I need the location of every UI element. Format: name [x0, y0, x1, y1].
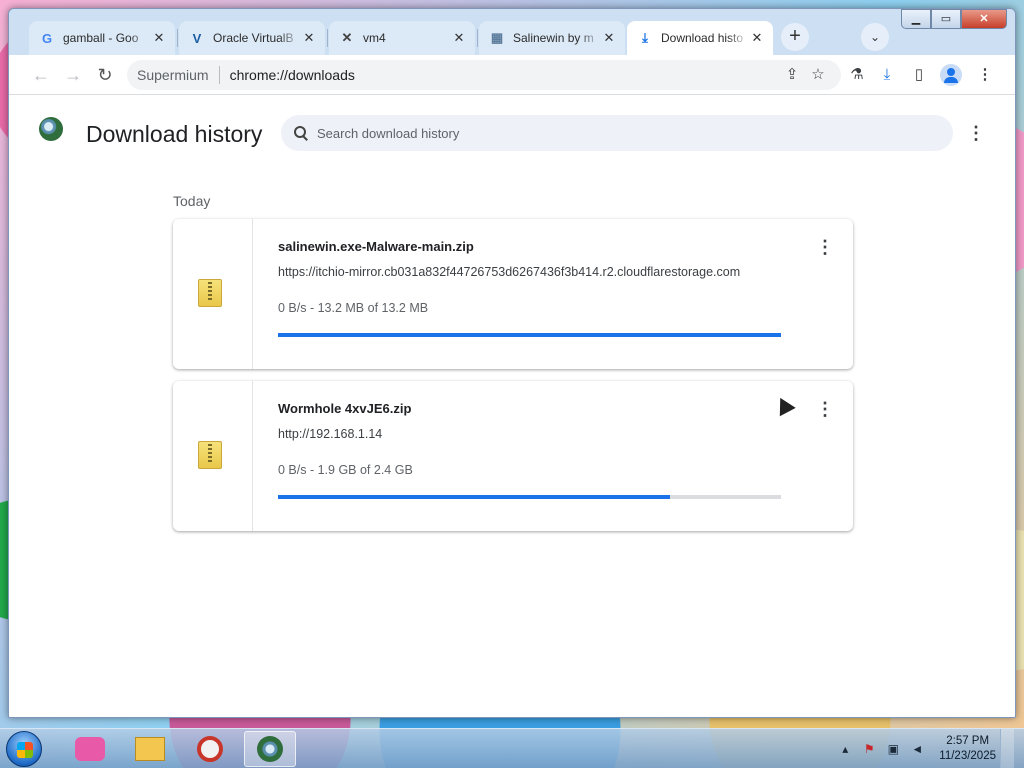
tab-title: vm4: [363, 31, 386, 45]
tab-close-icon[interactable]: ✕: [151, 30, 167, 46]
show-desktop-button[interactable]: [1000, 729, 1014, 768]
maximize-button[interactable]: ▭: [931, 9, 961, 29]
system-tray: ▴ ⚑ ▣ ◄ 2:57 PM 11/23/2025: [837, 729, 1024, 768]
page-menu-icon[interactable]: ⋮: [964, 121, 988, 145]
omnibox-divider: [218, 66, 220, 84]
file-icon-column: [173, 219, 253, 369]
zip-folder-icon: [198, 441, 222, 469]
tab-title: Salinewin by m: [513, 31, 594, 45]
download-filename-link[interactable]: Wormhole 4xvJE6.zip: [278, 401, 411, 416]
downloads-page: Download history ⋮ Today salinewin.exe-M…: [9, 95, 1015, 717]
download-source-url[interactable]: https://itchio-mirror.cb031a832f44726753…: [278, 265, 740, 279]
tab-divider: [177, 29, 178, 47]
download-progress-bar: [278, 333, 781, 337]
downloads-header: Download history ⋮: [9, 95, 1015, 159]
clock-time: 2:57 PM: [946, 735, 990, 747]
profile-avatar[interactable]: [937, 61, 965, 89]
url-text[interactable]: chrome://downloads: [230, 67, 355, 83]
tray-overflow-arrow-icon[interactable]: ▴: [837, 741, 853, 757]
start-button[interactable]: [6, 731, 42, 767]
tab-title: Download histo: [661, 31, 744, 45]
search-icon: [293, 125, 309, 141]
google-icon: G: [41, 30, 53, 46]
taskbar-app-catgirl[interactable]: [64, 731, 116, 767]
tab-divider: [327, 29, 328, 47]
taskbar-app-supermium[interactable]: [244, 731, 296, 767]
download-item: Wormhole 4xvJE6.zip http://192.168.1.14 …: [173, 381, 853, 531]
download-item: salinewin.exe-Malware-main.zip https://i…: [173, 219, 853, 369]
search-bar[interactable]: [281, 115, 953, 151]
download-more-actions-icon[interactable]: ⋮: [813, 397, 837, 421]
forward-button[interactable]: →: [59, 61, 87, 89]
progress-fill: [278, 495, 671, 499]
tab-title: gamball - Goo: [63, 31, 139, 45]
download-status: 0 B/s - 13.2 MB of 13.2 MB: [278, 301, 429, 315]
window-caption-buttons: ▁ ▭ ✕: [901, 9, 1007, 29]
tab-salinewin[interactable]: ▦ Salinewin by m ✕: [479, 21, 625, 55]
minimize-button[interactable]: ▁: [901, 9, 931, 29]
volume-muted-icon[interactable]: ◄: [909, 741, 925, 757]
action-center-flag-icon[interactable]: ⚑: [861, 741, 877, 757]
tab-vm4[interactable]: ✕ vm4 ✕: [329, 21, 475, 55]
browser-menu-icon[interactable]: ⋮: [971, 61, 999, 89]
download-status: 0 B/s - 1.9 GB of 2.4 GB: [278, 463, 413, 477]
download-more-actions-icon[interactable]: ⋮: [813, 235, 837, 259]
itchio-icon: ▦: [490, 30, 504, 45]
share-icon[interactable]: ⇪: [781, 60, 803, 90]
tab-close-icon[interactable]: ✕: [601, 30, 617, 46]
file-explorer-icon: [135, 737, 165, 761]
close-window-button[interactable]: ✕: [961, 9, 1007, 29]
extensions-icon[interactable]: ⚗: [843, 61, 871, 89]
supermium-icon: [257, 736, 283, 762]
date-section-label: Today: [173, 193, 211, 209]
tab-gamball[interactable]: G gamball - Goo ✕: [29, 21, 175, 55]
supermium-logo-icon: [39, 117, 63, 141]
file-icon-column: [173, 381, 253, 531]
back-button[interactable]: ←: [27, 61, 55, 89]
tab-close-icon[interactable]: ✕: [301, 30, 317, 46]
address-bar[interactable]: Supermium chrome://downloads ⇪ ☆: [127, 60, 841, 90]
browser-window: G gamball - Goo ✕ V Oracle VirtualB ✕ ✕ …: [8, 8, 1016, 718]
browser-name-chip: Supermium: [137, 67, 209, 83]
taskbar-app-opera[interactable]: [184, 731, 236, 767]
catgirl-app-icon: [75, 737, 105, 761]
taskbar: ▴ ⚑ ▣ ◄ 2:57 PM 11/23/2025: [0, 728, 1024, 768]
tab-search-button[interactable]: ⌄: [861, 23, 889, 51]
download-source-url[interactable]: http://192.168.1.14: [278, 427, 382, 441]
vm4-icon: ✕: [341, 30, 353, 45]
system-clock[interactable]: 2:57 PM 11/23/2025: [939, 734, 996, 764]
virtualbox-icon: V: [192, 30, 202, 46]
network-icon[interactable]: ▣: [885, 741, 901, 757]
clock-date: 11/23/2025: [939, 750, 996, 762]
opera-icon: [197, 736, 223, 762]
new-tab-button[interactable]: +: [781, 23, 809, 51]
avatar-icon: [940, 64, 962, 87]
tab-close-icon[interactable]: ✕: [749, 30, 765, 46]
side-panel-icon[interactable]: ▯: [905, 61, 933, 89]
tab-title: Oracle VirtualB: [213, 31, 294, 45]
zip-folder-icon: [198, 279, 222, 307]
reload-button[interactable]: ↻: [91, 61, 119, 89]
download-progress-bar: [278, 495, 781, 499]
download-icon: ⤓: [642, 30, 648, 45]
search-input[interactable]: [317, 125, 917, 141]
download-filename-link[interactable]: salinewin.exe-Malware-main.zip: [278, 239, 474, 254]
tab-close-icon[interactable]: ✕: [451, 30, 467, 46]
tab-oracle-virtualbox[interactable]: V Oracle VirtualB ✕: [179, 21, 325, 55]
tab-download-history[interactable]: ⤓ Download histo ✕: [627, 21, 773, 55]
bookmark-star-icon[interactable]: ☆: [807, 60, 829, 90]
page-title: Download history: [86, 121, 263, 147]
progress-fill: [278, 333, 781, 337]
downloads-toolbar-icon[interactable]: ⤓: [873, 61, 901, 89]
browser-toolbar: ← → ↻ Supermium chrome://downloads ⇪ ☆ ⚗…: [9, 55, 1015, 95]
tab-strip: G gamball - Goo ✕ V Oracle VirtualB ✕ ✕ …: [9, 9, 1015, 55]
taskbar-app-explorer[interactable]: [124, 731, 176, 767]
tab-divider: [477, 29, 478, 47]
